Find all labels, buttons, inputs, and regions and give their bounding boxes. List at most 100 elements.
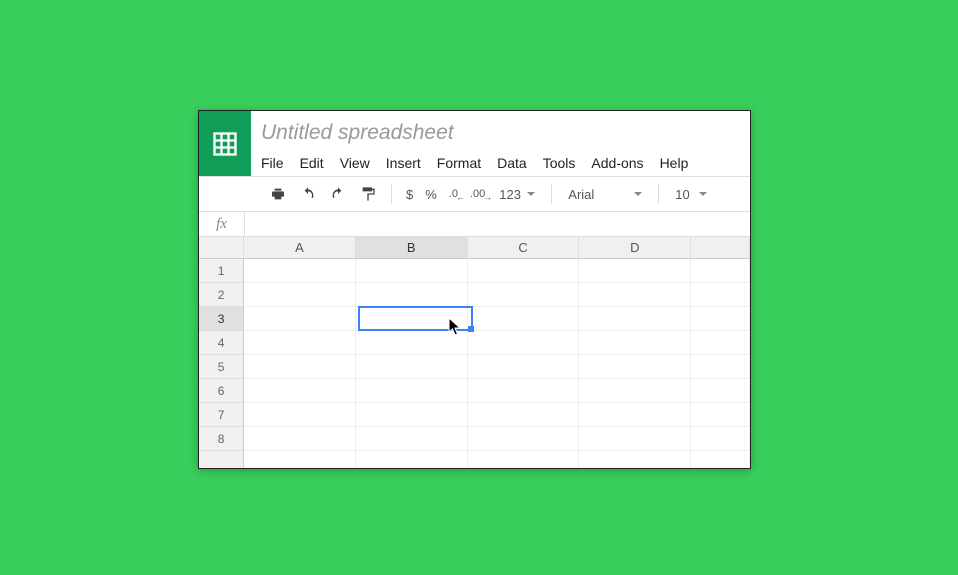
row-header-6[interactable]: 6 — [199, 379, 244, 403]
cell-a2[interactable] — [244, 283, 356, 307]
currency-button[interactable]: $ — [402, 187, 417, 202]
font-family-label: Arial — [568, 187, 594, 202]
row-header-5[interactable]: 5 — [199, 355, 244, 379]
cell-d3[interactable] — [579, 307, 691, 331]
chevron-down-icon — [699, 192, 707, 196]
sheets-logo[interactable] — [199, 111, 251, 176]
redo-button[interactable] — [325, 181, 351, 207]
cell-b1[interactable] — [356, 259, 468, 283]
cell-d9[interactable] — [579, 451, 691, 468]
menu-insert[interactable]: Insert — [386, 155, 421, 171]
cell-d4[interactable] — [579, 331, 691, 355]
cell-b4[interactable] — [356, 331, 468, 355]
column-header-c[interactable]: C — [468, 237, 580, 259]
cell-e4[interactable] — [691, 331, 750, 355]
column-header-d[interactable]: D — [579, 237, 691, 259]
fx-label: fx — [199, 212, 245, 236]
percent-button[interactable]: % — [421, 187, 441, 202]
cell-d2[interactable] — [579, 283, 691, 307]
row-header-1[interactable]: 1 — [199, 259, 244, 283]
document-title[interactable]: Untitled spreadsheet — [261, 117, 740, 147]
cell-e6[interactable] — [691, 379, 750, 403]
formula-input[interactable] — [245, 212, 750, 236]
row-header-9[interactable] — [199, 451, 244, 468]
spreadsheet-window: Untitled spreadsheet File Edit View Inse… — [198, 110, 751, 469]
number-format-label: 123 — [499, 187, 521, 202]
cell-c9[interactable] — [468, 451, 580, 468]
cell-e9[interactable] — [691, 451, 750, 468]
title-area: Untitled spreadsheet File Edit View Inse… — [251, 111, 750, 176]
menu-tools[interactable]: Tools — [543, 155, 576, 171]
cell-b7[interactable] — [356, 403, 468, 427]
cell-e1[interactable] — [691, 259, 750, 283]
cell-a9[interactable] — [244, 451, 356, 468]
cell-a4[interactable] — [244, 331, 356, 355]
separator — [658, 184, 659, 204]
cell-d1[interactable] — [579, 259, 691, 283]
cell-c1[interactable] — [468, 259, 580, 283]
menu-help[interactable]: Help — [660, 155, 689, 171]
row-header-2[interactable]: 2 — [199, 283, 244, 307]
cell-a8[interactable] — [244, 427, 356, 451]
chevron-down-icon — [634, 192, 642, 196]
cell-a7[interactable] — [244, 403, 356, 427]
menu-data[interactable]: Data — [497, 155, 527, 171]
font-family-dropdown[interactable]: Arial — [562, 187, 648, 202]
menu-edit[interactable]: Edit — [300, 155, 324, 171]
column-header-e[interactable] — [691, 237, 750, 259]
menu-addons[interactable]: Add-ons — [591, 155, 643, 171]
row-header-8[interactable]: 8 — [199, 427, 244, 451]
cell-c5[interactable] — [468, 355, 580, 379]
decrease-decimal-button[interactable]: .0← — [445, 188, 462, 200]
row-header-3[interactable]: 3 — [199, 307, 244, 331]
cell-c8[interactable] — [468, 427, 580, 451]
cell-a3[interactable] — [244, 307, 356, 331]
column-header-a[interactable]: A — [244, 237, 356, 259]
cell-e8[interactable] — [691, 427, 750, 451]
cell-e5[interactable] — [691, 355, 750, 379]
cell-b5[interactable] — [356, 355, 468, 379]
cell-d7[interactable] — [579, 403, 691, 427]
menu-view[interactable]: View — [340, 155, 370, 171]
menu-file[interactable]: File — [261, 155, 284, 171]
formula-bar: fx — [199, 212, 750, 237]
menu-format[interactable]: Format — [437, 155, 481, 171]
cell-a5[interactable] — [244, 355, 356, 379]
cell-c3[interactable] — [468, 307, 580, 331]
increase-decimal-button[interactable]: .00→ — [466, 188, 489, 200]
cell-b2[interactable] — [356, 283, 468, 307]
paint-roller-icon — [360, 186, 376, 202]
font-size-dropdown[interactable]: 10 — [669, 187, 713, 202]
cell-e3[interactable] — [691, 307, 750, 331]
cell-e7[interactable] — [691, 403, 750, 427]
cell-d5[interactable] — [579, 355, 691, 379]
cell-e2[interactable] — [691, 283, 750, 307]
redo-icon — [330, 186, 346, 202]
cell-d8[interactable] — [579, 427, 691, 451]
number-format-dropdown[interactable]: 123 — [493, 187, 541, 202]
cell-c7[interactable] — [468, 403, 580, 427]
cell-b6[interactable] — [356, 379, 468, 403]
row-header-7[interactable]: 7 — [199, 403, 244, 427]
cell-b3[interactable] — [356, 307, 468, 331]
undo-icon — [300, 186, 316, 202]
separator — [391, 184, 392, 204]
print-icon — [270, 186, 286, 202]
rows: 1 2 3 4 5 6 7 8 — [199, 259, 750, 468]
cell-b8[interactable] — [356, 427, 468, 451]
paint-format-button[interactable] — [355, 181, 381, 207]
row-header-4[interactable]: 4 — [199, 331, 244, 355]
cell-c2[interactable] — [468, 283, 580, 307]
select-all-corner[interactable] — [199, 237, 244, 259]
column-headers: A B C D — [199, 237, 750, 259]
column-header-b[interactable]: B — [356, 237, 468, 259]
cell-a6[interactable] — [244, 379, 356, 403]
cell-c4[interactable] — [468, 331, 580, 355]
cell-d6[interactable] — [579, 379, 691, 403]
cell-c6[interactable] — [468, 379, 580, 403]
print-button[interactable] — [265, 181, 291, 207]
undo-button[interactable] — [295, 181, 321, 207]
cell-b9[interactable] — [356, 451, 468, 468]
cell-a1[interactable] — [244, 259, 356, 283]
separator — [551, 184, 552, 204]
